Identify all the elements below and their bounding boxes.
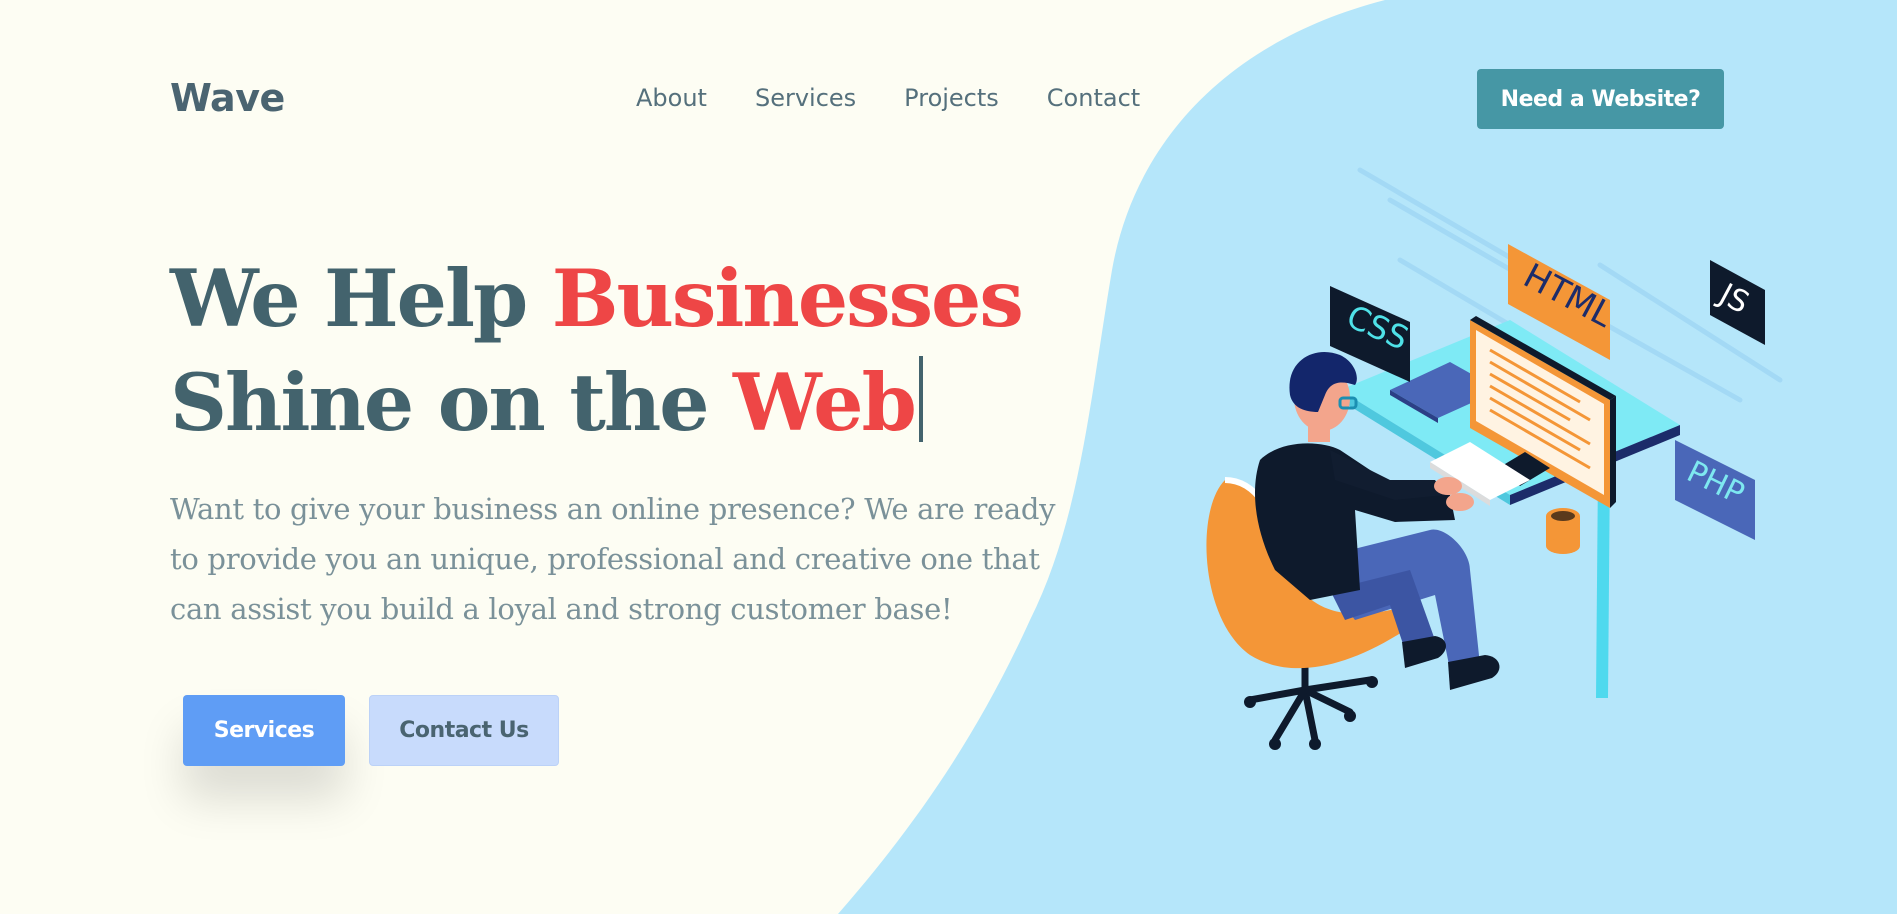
developer-illustration: CSS HTML JS PHP xyxy=(1206,167,1783,750)
landing-page: Wave About Services Projects Contact Nee… xyxy=(0,0,1897,914)
need-website-button[interactable]: Need a Website? xyxy=(1477,69,1724,129)
nav-item-about[interactable]: About xyxy=(636,82,707,114)
typing-cursor xyxy=(918,356,923,442)
headline-accent: Web xyxy=(733,356,917,449)
nav-item-contact[interactable]: Contact xyxy=(1047,82,1140,114)
contact-us-button[interactable]: Contact Us xyxy=(369,695,559,766)
hero-headline: We Help Businesses Shine on the Web xyxy=(170,247,1024,455)
headline-text: Shine on the xyxy=(170,356,734,449)
headline-text: We Help xyxy=(170,252,552,345)
hero-subtext: Want to give your business an online pre… xyxy=(170,492,1056,626)
nav-item-services[interactable]: Services xyxy=(755,82,856,114)
headline-accent: Businesses xyxy=(551,252,1024,345)
main-nav: About Services Projects Contact xyxy=(636,82,1140,114)
logo[interactable]: Wave xyxy=(170,74,285,122)
nav-item-projects[interactable]: Projects xyxy=(904,82,999,114)
services-button[interactable]: Services xyxy=(183,695,345,766)
